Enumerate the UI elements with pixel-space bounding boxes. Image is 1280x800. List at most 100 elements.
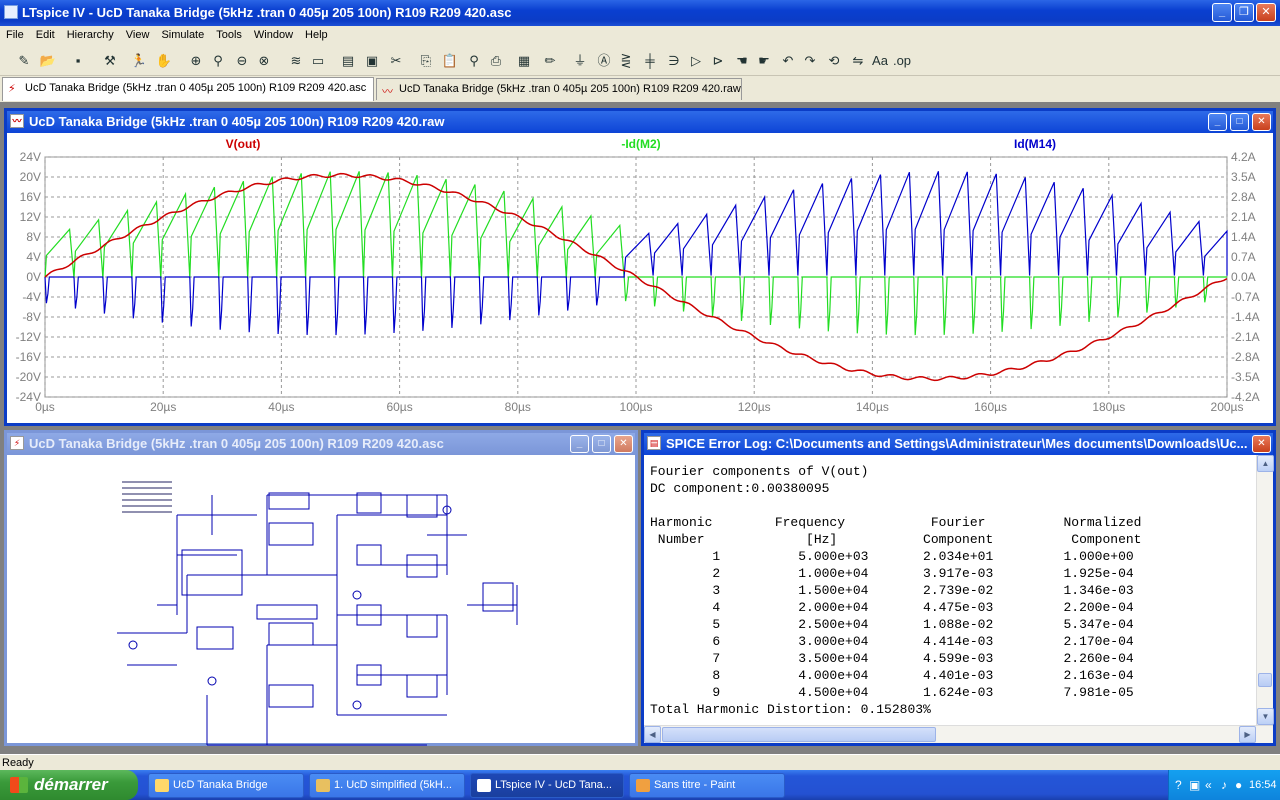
volume-icon[interactable]: ♪	[1221, 778, 1227, 792]
waveform-plot-area[interactable]: 0µs 20µs 40µs 60µs 80µs 100µs 120µs 140µs 160µs 1…	[7, 133, 1273, 423]
schematic-component[interactable]	[196, 626, 234, 650]
schematic-source[interactable]	[128, 640, 138, 650]
paste-icon[interactable]: 📋	[440, 51, 460, 71]
close-button[interactable]: ✕	[1256, 3, 1276, 22]
schematic-component[interactable]	[181, 549, 243, 596]
component-icon[interactable]: ⊳	[708, 51, 728, 71]
fourier-log-text[interactable]: Fourier components of V(out) DC component…	[650, 463, 1141, 718]
ltspice-app-icon[interactable]	[4, 5, 18, 19]
waveform-chart[interactable]: 0µs 20µs 40µs 60µs 80µs 100µs 120µs 140µs 160µs 1…	[7, 133, 1273, 426]
new-schematic-icon[interactable]: ✎	[14, 51, 34, 71]
legend-idm2[interactable]: -Id(M2)	[621, 137, 660, 151]
schematic-component[interactable]	[406, 554, 438, 578]
resistor-icon[interactable]: ⋛	[616, 51, 636, 71]
print-icon[interactable]: ⎙	[486, 51, 506, 71]
redo-icon[interactable]: ↷	[800, 51, 820, 71]
schematic-component[interactable]	[268, 622, 314, 646]
menu-item-tools[interactable]: Tools	[210, 26, 248, 41]
schematic-component[interactable]	[268, 522, 314, 546]
menu-item-hierarchy[interactable]: Hierarchy	[61, 26, 120, 41]
cascade-icon[interactable]: ▤	[338, 51, 358, 71]
scroll-left-button[interactable]: ◀	[644, 726, 661, 743]
menu-item-view[interactable]: View	[120, 26, 156, 41]
find-icon[interactable]: ⚲	[464, 51, 484, 71]
halt-icon[interactable]: ✋	[154, 51, 174, 71]
save-icon[interactable]: ▪	[68, 51, 88, 71]
move-icon[interactable]: ☚	[732, 51, 752, 71]
horizontal-scrollbar[interactable]: ◀ ▶	[644, 725, 1273, 743]
close-window-icon[interactable]: ▣	[362, 51, 382, 71]
print-preview-icon[interactable]: ▦	[514, 51, 534, 71]
ground-icon[interactable]: ⏚	[570, 51, 590, 71]
taskbar-item-viewer[interactable]: 1. UcD simplified (5kH...	[309, 773, 465, 798]
schematic-component[interactable]	[406, 614, 438, 638]
control-panel-icon[interactable]: ⚒	[100, 51, 120, 71]
cut-icon[interactable]: ✂	[386, 51, 406, 71]
restore-button[interactable]: ❐	[1234, 3, 1254, 22]
menu-item-edit[interactable]: Edit	[30, 26, 61, 41]
minimize-button[interactable]: _	[1212, 3, 1232, 22]
waveform-maximize-button[interactable]: □	[1230, 113, 1249, 131]
schematic-maximize-button[interactable]: □	[592, 435, 611, 453]
wire-icon[interactable]: ✏	[540, 51, 560, 71]
inductor-icon[interactable]: ∋	[664, 51, 684, 71]
horizontal-scroll-thumb[interactable]	[662, 727, 936, 742]
open-icon[interactable]: 📂	[38, 51, 58, 71]
autorange-icon[interactable]: ≋	[286, 51, 306, 71]
waveform-window[interactable]: 〰 UcD Tanaka Bridge (5kHz .tran 0 405µ 2…	[4, 108, 1276, 426]
back-arrow-icon[interactable]: «	[1205, 778, 1212, 792]
waveform-minimize-button[interactable]: _	[1208, 113, 1227, 131]
scroll-up-button[interactable]: ▲	[1257, 455, 1274, 472]
undo-icon[interactable]: ↶	[778, 51, 798, 71]
scroll-down-button[interactable]: ▼	[1257, 708, 1274, 725]
schematic-source[interactable]	[352, 700, 362, 710]
menu-item-help[interactable]: Help	[299, 26, 334, 41]
mirror-icon[interactable]: ⇋	[848, 51, 868, 71]
label-icon[interactable]: Ⓐ	[594, 51, 614, 71]
taskbar-item-folder[interactable]: UcD Tanaka Bridge	[148, 773, 304, 798]
help-icon[interactable]: ?	[1175, 778, 1182, 792]
rotate-icon[interactable]: ⟲	[824, 51, 844, 71]
tile-icon[interactable]: ▭	[308, 51, 328, 71]
waveform-close-button[interactable]: ✕	[1252, 113, 1271, 131]
antivirus-icon[interactable]: ●	[1235, 778, 1242, 792]
error-log-close-button[interactable]: ✕	[1252, 435, 1271, 453]
schematic-source[interactable]	[352, 590, 362, 600]
spice-directive-icon[interactable]: .op	[892, 51, 912, 71]
taskbar-item-ltspice[interactable]: LTspice IV - UcD Tana...	[470, 773, 624, 798]
tab-waveform[interactable]: 〰 UcD Tanaka Bridge (5kHz .tran 0 405µ 2…	[376, 78, 742, 100]
scroll-right-button[interactable]: ▶	[1239, 726, 1256, 743]
legend-idm14[interactable]: Id(M14)	[1014, 137, 1056, 151]
copy-icon[interactable]: ⎘	[416, 51, 436, 71]
diode-icon[interactable]: ▷	[686, 51, 706, 71]
menu-item-simulate[interactable]: Simulate	[155, 26, 210, 41]
zoom-out-icon[interactable]: ⊖	[232, 51, 252, 71]
network-icon[interactable]: ▣	[1189, 778, 1200, 792]
tab-schematic[interactable]: ⚡ UcD Tanaka Bridge (5kHz .tran 0 405µ 2…	[2, 77, 374, 101]
schematic-component[interactable]	[406, 494, 438, 518]
zoom-fit-icon[interactable]: ⊗	[254, 51, 274, 71]
schematic-component[interactable]	[406, 674, 438, 698]
text-icon[interactable]: Aa	[870, 51, 890, 71]
legend-vout[interactable]: V(out)	[226, 137, 261, 151]
schematic-minimize-button[interactable]: _	[570, 435, 589, 453]
error-log-window[interactable]: ▤ SPICE Error Log: C:\Documents and Sett…	[641, 430, 1276, 746]
run-icon[interactable]: 🏃	[129, 51, 149, 71]
schematic-canvas[interactable]	[7, 455, 635, 746]
vertical-scrollbar[interactable]: ▲ ▼	[1256, 455, 1274, 725]
schematic-component[interactable]	[356, 492, 382, 514]
schematic-close-button[interactable]: ✕	[614, 435, 633, 453]
schematic-drawing[interactable]	[7, 455, 635, 746]
schematic-component[interactable]	[268, 684, 314, 708]
taskbar-item-paint[interactable]: Sans titre - Paint	[629, 773, 785, 798]
schematic-component[interactable]	[356, 544, 382, 566]
schematic-window[interactable]: ⚡ UcD Tanaka Bridge (5kHz .tran 0 405µ 2…	[4, 430, 638, 746]
vertical-scroll-thumb[interactable]	[1258, 673, 1272, 687]
menu-item-file[interactable]: File	[0, 26, 30, 41]
capacitor-icon[interactable]: ╪	[640, 51, 660, 71]
drag-icon[interactable]: ☛	[754, 51, 774, 71]
schematic-component[interactable]	[482, 582, 514, 612]
zoom-pan-icon[interactable]: ⚲	[208, 51, 228, 71]
zoom-in-icon[interactable]: ⊕	[186, 51, 206, 71]
start-button[interactable]: démarrer	[0, 770, 138, 800]
